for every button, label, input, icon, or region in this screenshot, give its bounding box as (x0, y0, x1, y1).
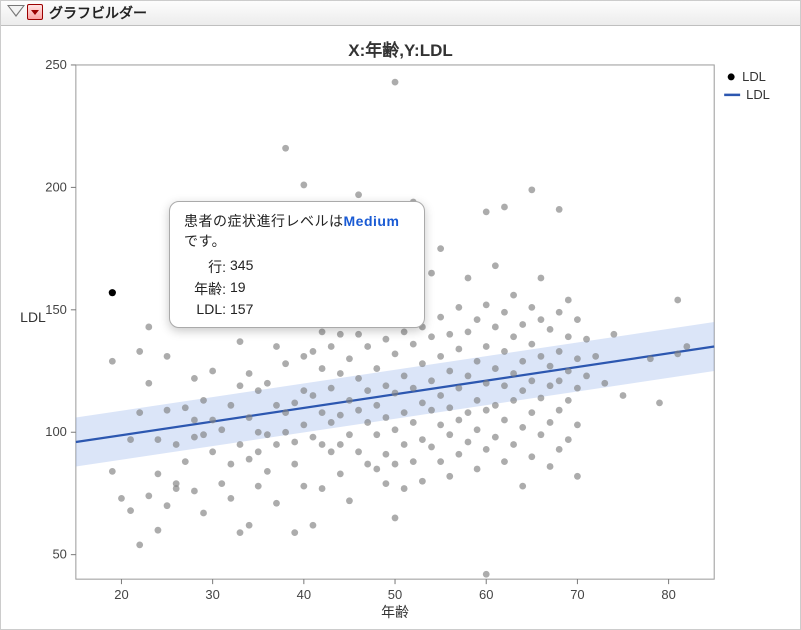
tooltip-ldl-label: LDL: (184, 301, 226, 317)
svg-text:50: 50 (52, 547, 66, 562)
tooltip-row-label: 行: (184, 257, 226, 277)
tooltip-headline-value: Medium (344, 213, 400, 229)
collapse-toggle-icon[interactable] (7, 5, 25, 17)
svg-text:20: 20 (114, 587, 128, 602)
svg-text:80: 80 (661, 587, 675, 602)
svg-text:60: 60 (479, 587, 493, 602)
svg-text:70: 70 (570, 587, 584, 602)
tooltip-ldl-value: 157 (230, 301, 253, 317)
svg-text:200: 200 (45, 179, 67, 194)
tooltip-row-value: 345 (230, 257, 253, 277)
svg-text:30: 30 (205, 587, 219, 602)
svg-text:150: 150 (45, 302, 67, 317)
chart-area[interactable]: 50 100 150 200 250 20 30 40 50 60 70 80 年齢 LDL LDL LDL (21, 53, 792, 621)
tooltip-row-ldl: LDL: 157 (184, 301, 410, 317)
tooltip-age-value: 19 (230, 279, 246, 299)
svg-text:250: 250 (45, 57, 67, 72)
options-dropdown-icon[interactable] (27, 4, 43, 20)
svg-text:100: 100 (45, 424, 67, 439)
svg-text:50: 50 (388, 587, 402, 602)
panel-title: グラフビルダー (49, 1, 147, 25)
svg-text:LDL: LDL (742, 69, 766, 84)
tooltip-row-index: 行: 345 (184, 257, 410, 277)
svg-text:40: 40 (297, 587, 311, 602)
graph-builder-panel: グラフビルダー X:年齢,Y:LDL 501001502002502030405… (0, 0, 801, 630)
tooltip-age-label: 年齢: (184, 279, 226, 299)
svg-text:LDL: LDL (746, 87, 770, 102)
tooltip-headline: 患者の症状進行レベルはMedium です。 (184, 211, 410, 251)
svg-text:年齢: 年齢 (381, 604, 409, 620)
tooltip-headline-prefix: 患者の症状進行レベルは (184, 213, 344, 229)
panel-titlebar[interactable]: グラフビルダー (1, 1, 800, 26)
svg-text:LDL: LDL (21, 309, 46, 325)
tooltip-headline-suffix: です。 (184, 233, 226, 249)
data-tooltip: 患者の症状進行レベルはMedium です。 行: 345 年齢: 19 LDL: … (169, 201, 425, 328)
tooltip-row-age: 年齢: 19 (184, 279, 410, 299)
